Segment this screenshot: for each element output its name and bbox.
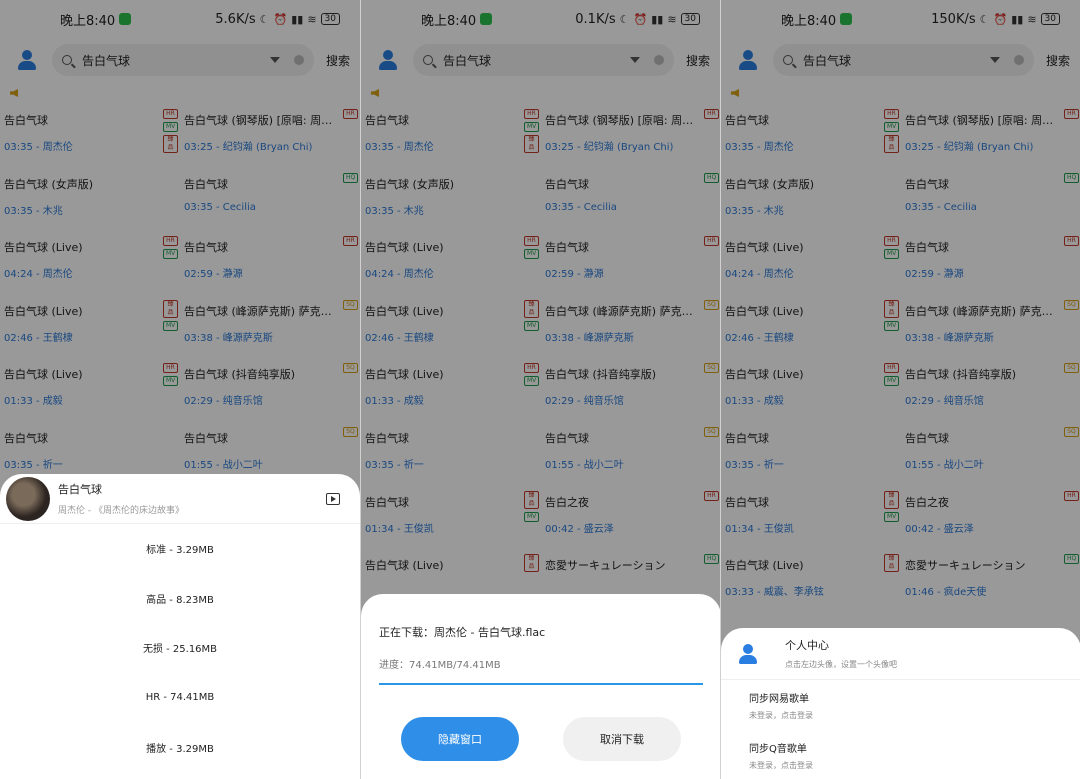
quality-option-play[interactable]: 播放 - 3.29MB bbox=[0, 722, 360, 772]
download-progress-text: 进度：74.41MB/74.41MB bbox=[379, 660, 501, 671]
profile-avatar-icon[interactable] bbox=[737, 643, 759, 665]
personal-center-sheet: 个人中心 点击左边头像，设置一个头像吧 同步网易歌单 未登录，点击登录 同步Q音… bbox=[721, 628, 1080, 779]
quality-option-lossless[interactable]: 无损 - 25.16MB bbox=[0, 623, 360, 673]
sync-item-subtitle: 未登录，点击登录 bbox=[749, 761, 813, 770]
sync-qq-playlist[interactable]: 同步Q音歌单 未登录，点击登录 bbox=[721, 730, 1080, 779]
sheet-song-subtitle: 周杰伦 - 《周杰伦的床边故事》 bbox=[58, 506, 184, 516]
play-video-icon[interactable] bbox=[326, 492, 340, 505]
sheet-song-title: 告白气球 bbox=[58, 483, 102, 496]
cancel-download-button[interactable]: 取消下载 bbox=[563, 717, 681, 761]
personal-center-subtitle: 点击左边头像，设置一个头像吧 bbox=[785, 660, 897, 669]
quality-sheet: 告白气球 周杰伦 - 《周杰伦的床边故事》 标准 - 3.29MB 高品 - 8… bbox=[0, 474, 360, 779]
sync-netease-playlist[interactable]: 同步网易歌单 未登录，点击登录 bbox=[721, 680, 1080, 730]
personal-center-title: 个人中心 bbox=[785, 639, 829, 652]
quality-option-standard[interactable]: 标准 - 3.29MB bbox=[0, 524, 360, 574]
phone-screen-quality-picker: 晚上8:40 5.6K/s ☾ ⏰ ▮▮ ≋ 30 告白气球 搜索 告白气球 03:35 -… bbox=[0, 0, 360, 779]
quality-option-hr[interactable]: HR - 74.41MB bbox=[0, 673, 360, 723]
download-title: 正在下载：周杰伦 - 告白气球.flac bbox=[379, 626, 546, 639]
sync-item-title: 同步Q音歌单 bbox=[749, 744, 807, 755]
download-progress-bar bbox=[379, 683, 703, 685]
album-cover bbox=[6, 476, 50, 521]
sync-item-subtitle: 未登录，点击登录 bbox=[749, 711, 813, 720]
sheet-header: 告白气球 周杰伦 - 《周杰伦的床边故事》 bbox=[0, 474, 360, 524]
download-sheet: 正在下载：周杰伦 - 告白气球.flac 进度：74.41MB/74.41MB … bbox=[361, 594, 720, 779]
hide-window-button[interactable]: 隐藏窗口 bbox=[401, 717, 519, 761]
personal-center-header[interactable]: 个人中心 点击左边头像，设置一个头像吧 bbox=[721, 628, 1080, 680]
quality-option-high[interactable]: 高品 - 8.23MB bbox=[0, 574, 360, 624]
phone-screen-personal-center: 晚上8:40 150K/s ☾ ⏰ ▮▮ ≋ 30 告白气球 搜索 告白气球 03:35 -… bbox=[720, 0, 1080, 779]
sync-item-title: 同步网易歌单 bbox=[749, 694, 809, 705]
phone-screen-download: 晚上8:40 0.1K/s ☾ ⏰ ▮▮ ≋ 30 告白气球 搜索 告白气球 03:35 -… bbox=[360, 0, 720, 779]
screens: 晚上8:40 5.6K/s ☾ ⏰ ▮▮ ≋ 30 告白气球 搜索 告白气球 03:35 -… bbox=[0, 0, 1080, 779]
